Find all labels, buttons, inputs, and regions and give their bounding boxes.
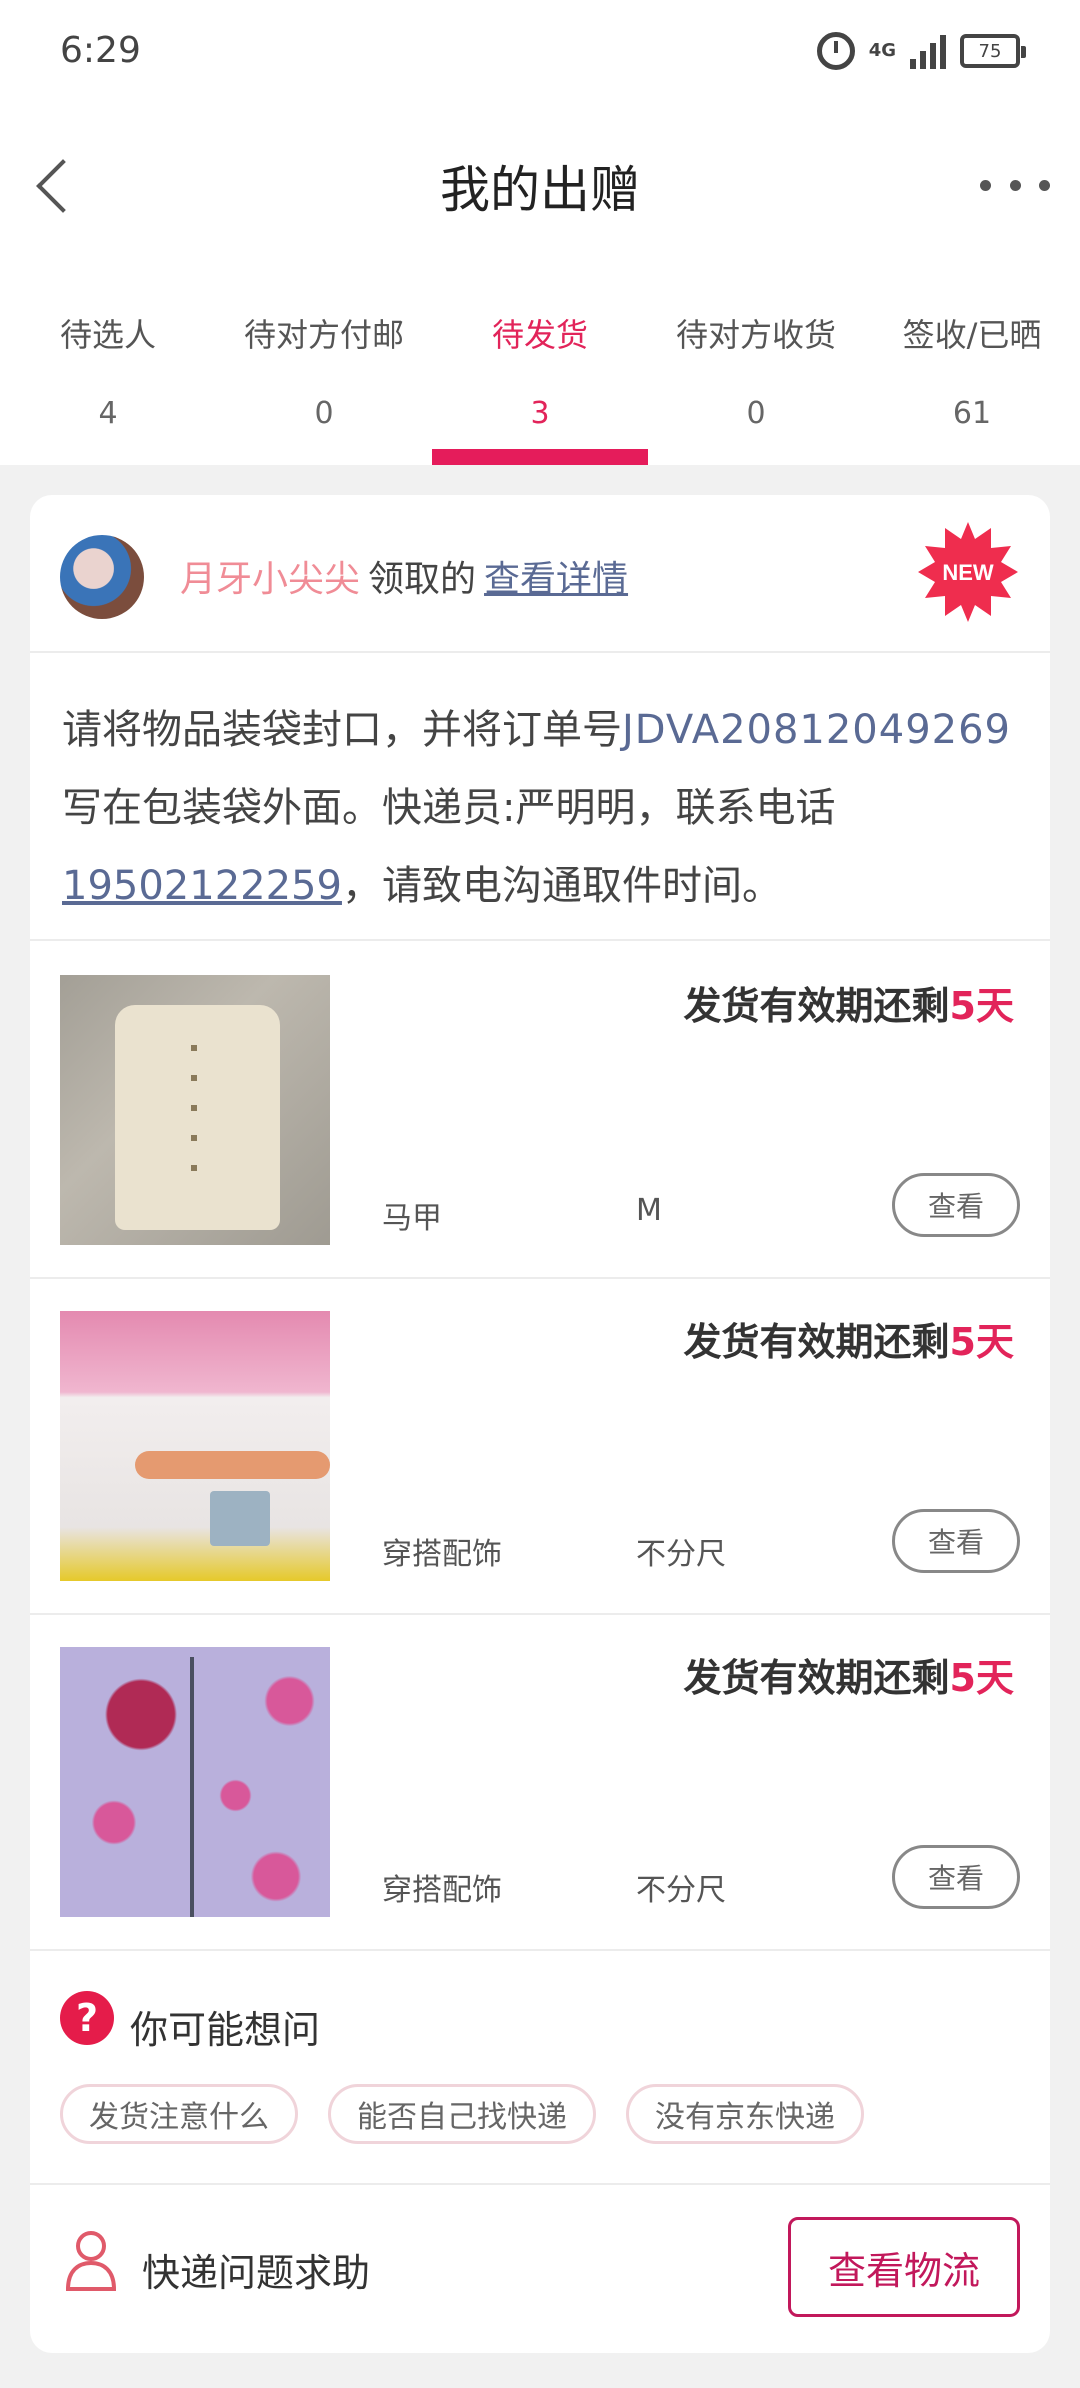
alarm-icon xyxy=(816,32,855,70)
tab-label: 待对方付邮 xyxy=(243,316,404,354)
receiver-name[interactable]: 月牙小尖尖 xyxy=(180,559,360,600)
navbar: 我的出赠 xyxy=(0,110,1080,260)
faq-chip[interactable]: 没有京东快递 xyxy=(626,2084,864,2144)
tab-pending-receipt[interactable]: 待对方收货 0 xyxy=(648,260,864,465)
list-item[interactable]: 发货有效期还剩5天 穿搭配饰 不分尺 查看 xyxy=(30,1279,1050,1615)
days-left: 5天 xyxy=(949,984,1014,1028)
tab-pending-selection[interactable]: 待选人 4 xyxy=(0,260,216,465)
view-button[interactable]: 查看 xyxy=(892,1173,1020,1237)
receiver-row: 月牙小尖尖 领取的 查看详情 NEW xyxy=(30,495,1050,653)
signal-icon xyxy=(910,33,946,69)
battery-icon: 75 xyxy=(960,34,1026,68)
view-details-link[interactable]: 查看详情 xyxy=(484,559,628,600)
faq-chip[interactable]: 发货注意什么 xyxy=(60,2084,298,2144)
faq-chip[interactable]: 能否自己找快递 xyxy=(328,2084,596,2144)
deadline-text: 发货有效期还剩 xyxy=(683,1320,950,1364)
status-icons: 4G 75 xyxy=(816,32,1026,70)
faq-title: 你可能想问 xyxy=(130,2008,321,2052)
avatar[interactable] xyxy=(60,535,144,619)
days-left: 5天 xyxy=(949,1320,1014,1364)
more-icon[interactable] xyxy=(980,165,1050,205)
instruction-text: ，请致电沟通取件时间。 xyxy=(341,863,782,909)
user-icon xyxy=(65,2231,117,2291)
order-number: JDVA20812049269 xyxy=(622,707,1012,753)
item-name: 穿搭配饰 xyxy=(382,1873,502,1908)
new-badge: NEW xyxy=(918,522,1018,622)
deadline-text: 发货有效期还剩 xyxy=(683,984,950,1028)
track-logistics-button[interactable]: 查看物流 xyxy=(788,2217,1020,2317)
network-type: 4G xyxy=(868,40,896,61)
deadline-text: 发货有效期还剩 xyxy=(683,1656,950,1700)
view-button[interactable]: 查看 xyxy=(892,1509,1020,1573)
ship-deadline: 发货有效期还剩5天 xyxy=(684,1647,1014,1702)
page-title: 我的出赠 xyxy=(440,161,640,219)
tab-pending-shipment[interactable]: 待发货 3 xyxy=(432,260,648,465)
item-image[interactable] xyxy=(60,975,330,1245)
item-image[interactable] xyxy=(60,1647,330,1917)
tab-received-shared[interactable]: 签收/已晒 61 xyxy=(864,260,1080,465)
tab-label: 待选人 xyxy=(59,316,156,354)
tab-count: 0 xyxy=(746,396,766,431)
tab-count: 0 xyxy=(314,396,334,431)
instruction-text: 请将物品装袋封口，并将订单号 xyxy=(62,707,622,753)
courier-phone[interactable]: 19502122259 xyxy=(62,863,342,909)
receiver-suffix: 领取的 xyxy=(368,559,477,600)
tab-count: 3 xyxy=(530,396,550,431)
item-size: 不分尺 xyxy=(636,1873,726,1908)
tab-count: 4 xyxy=(98,396,118,431)
question-icon: ? xyxy=(60,1991,114,2045)
tab-label: 待发货 xyxy=(491,316,588,354)
shipping-instruction: 请将物品装袋封口，并将订单号JDVA20812049269 写在包装袋外面。快递员… xyxy=(30,653,1050,941)
receiver-text: 月牙小尖尖 领取的 查看详情 xyxy=(180,550,628,602)
tab-count: 61 xyxy=(952,396,992,431)
status-bar: 6:29 4G 75 xyxy=(0,0,1080,110)
delivery-help-bar: 快递问题求助 查看物流 xyxy=(30,2187,1050,2353)
days-left: 5天 xyxy=(949,1656,1014,1700)
item-size: M xyxy=(636,1193,662,1228)
tab-pending-postage[interactable]: 待对方付邮 0 xyxy=(216,260,432,465)
ship-deadline: 发货有效期还剩5天 xyxy=(684,1311,1014,1366)
item-name: 马甲 xyxy=(382,1201,442,1236)
item-name: 穿搭配饰 xyxy=(382,1537,502,1572)
faq-chips: 发货注意什么 能否自己找快递 没有京东快递 xyxy=(60,2084,864,2144)
instruction-text: 写在包装袋外面。快递员:严明明，联系电话 xyxy=(62,785,836,831)
item-size: 不分尺 xyxy=(636,1537,726,1572)
status-tabs: 待选人 4 待对方付邮 0 待发货 3 待对方收货 0 签收/已晒 61 xyxy=(0,260,1080,465)
status-time: 6:29 xyxy=(60,30,141,71)
new-badge-label: NEW xyxy=(942,560,994,585)
faq-section: ? 你可能想问 发货注意什么 能否自己找快递 没有京东快递 xyxy=(30,1949,1050,2185)
order-card: 月牙小尖尖 领取的 查看详情 NEW 请将物品装袋封口，并将订单号JDVA20812… xyxy=(30,495,1050,2353)
delivery-help-text[interactable]: 快递问题求助 xyxy=(142,2242,370,2297)
list-item[interactable]: 发货有效期还剩5天 马甲 M 查看 xyxy=(30,943,1050,1279)
list-item[interactable]: 发货有效期还剩5天 穿搭配饰 不分尺 查看 xyxy=(30,1615,1050,1951)
tab-label: 待对方收货 xyxy=(675,316,836,354)
tab-label: 签收/已晒 xyxy=(902,316,1042,354)
item-image[interactable] xyxy=(60,1311,330,1581)
ship-deadline: 发货有效期还剩5天 xyxy=(684,975,1014,1030)
view-button[interactable]: 查看 xyxy=(892,1845,1020,1909)
